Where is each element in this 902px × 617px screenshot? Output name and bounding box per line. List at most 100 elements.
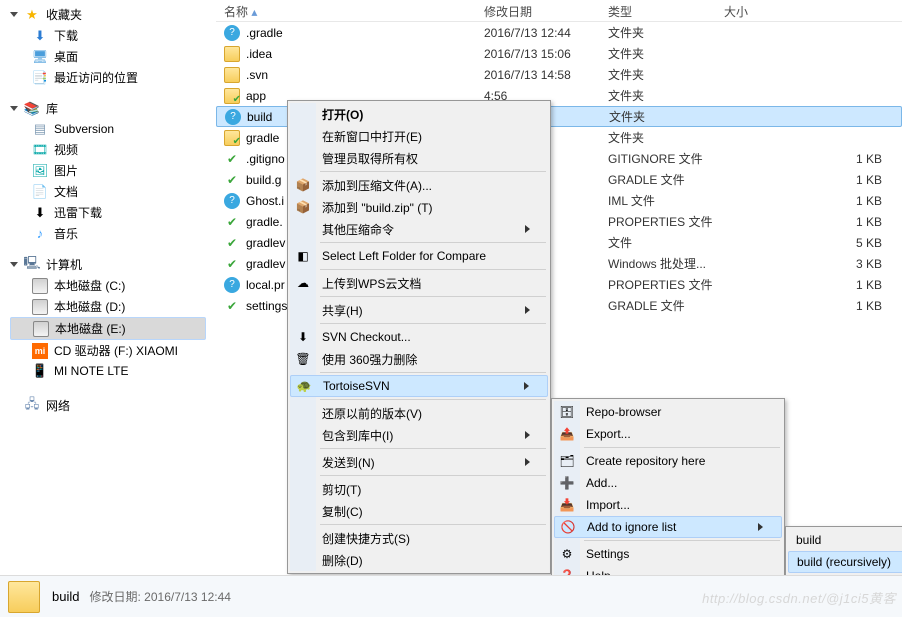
menu-item[interactable]: 删除(D)	[290, 549, 548, 571]
nav-computer[interactable]: 🖳计算机	[10, 254, 206, 275]
nav-downloads[interactable]: ⬇下载	[10, 25, 206, 46]
submenu-arrow-icon	[524, 382, 529, 390]
col-name[interactable]: 名称 ▴	[216, 0, 476, 21]
menu-item[interactable]: 在新窗口中打开(E)	[290, 125, 548, 147]
nav-cd[interactable]: miCD 驱动器 (F:) XIAOMI	[10, 340, 206, 361]
repo-icon: 🗄	[559, 404, 575, 420]
menu-item[interactable]: ☁上传到WPS云文档	[290, 272, 548, 294]
file-size: 5 KB	[724, 236, 902, 250]
submenu-arrow-icon	[525, 431, 530, 439]
menu-item[interactable]: 共享(H)	[290, 299, 548, 321]
doc-icon: 📄	[32, 184, 48, 200]
menu-item[interactable]: 管理员取得所有权	[290, 147, 548, 169]
nav-network[interactable]: 🖧网络	[10, 395, 206, 416]
col-type[interactable]: 类型	[600, 0, 716, 21]
menu-label: TortoiseSVN	[323, 379, 390, 393]
menu-item[interactable]: 🐢 TortoiseSVN	[290, 375, 548, 397]
menu-label: Create repository here	[586, 454, 705, 468]
file-name: .idea	[246, 47, 484, 61]
nav-recent[interactable]: 📑最近访问的位置	[10, 67, 206, 88]
add-icon: ➕	[559, 475, 575, 491]
xunlei-icon: ⬇	[32, 205, 48, 221]
drive-icon	[33, 321, 49, 337]
picture-icon: 🖼	[32, 163, 48, 179]
menu-item[interactable]: 📥Import...	[554, 494, 782, 516]
file-row[interactable]: .idea2016/7/13 15:06文件夹	[216, 43, 902, 64]
column-headers: 名称 ▴ 修改日期 类型 大小	[216, 0, 902, 22]
nav-favorites[interactable]: ★收藏夹	[10, 4, 206, 25]
file-type: PROPERTIES 文件	[608, 213, 724, 230]
nav-xunlei[interactable]: ⬇迅雷下载	[10, 202, 206, 223]
exp-icon: 📤	[559, 426, 575, 442]
tsvn-icon: 🐢	[296, 378, 312, 394]
file-row[interactable]: ?.gradle2016/7/13 12:44文件夹	[216, 22, 902, 43]
menu-item[interactable]: ➕Add...	[554, 472, 782, 494]
menu-item[interactable]: 剪切(T)	[290, 478, 548, 500]
menu-item[interactable]: ⚙Settings	[554, 543, 782, 565]
file-date: 2016/7/13 12:44	[484, 26, 608, 40]
star-icon: ★	[24, 7, 40, 23]
menu-item[interactable]: 📦添加到压缩文件(A)...	[290, 174, 548, 196]
nav-drive-d[interactable]: 本地磁盘 (D:)	[10, 296, 206, 317]
menu-item[interactable]: ⬇SVN Checkout...	[290, 326, 548, 348]
music-icon: ♪	[32, 226, 48, 242]
menu-item[interactable]: 🚫Add to ignore list	[554, 516, 782, 538]
nav-drive-e[interactable]: 本地磁盘 (E:)	[10, 317, 206, 340]
ign-icon: 🚫	[560, 519, 576, 535]
nav-svn[interactable]: ▤Subversion	[10, 119, 206, 139]
menu-label: 共享(H)	[322, 302, 363, 319]
ignore-submenu: build build (recursively)	[785, 526, 902, 576]
menu-item[interactable]: build (recursively)	[788, 551, 902, 573]
submenu-arrow-icon	[525, 306, 530, 314]
recent-icon: 📑	[32, 70, 48, 86]
menu-item[interactable]: 其他压缩命令	[290, 218, 548, 240]
nav-pictures[interactable]: 🖼图片	[10, 160, 206, 181]
nav-library[interactable]: 📚库	[10, 98, 206, 119]
sort-icon: ▴	[251, 5, 257, 19]
menu-label: 管理员取得所有权	[322, 150, 418, 167]
file-type: 文件夹	[608, 24, 724, 41]
nav-music[interactable]: ♪音乐	[10, 223, 206, 244]
menu-label: 还原以前的版本(V)	[322, 405, 422, 422]
menu-item[interactable]: 发送到(N)	[290, 451, 548, 473]
menu-item[interactable]: 🗄Repo-browser	[554, 401, 782, 423]
menu-item[interactable]: ◧Select Left Folder for Compare	[290, 245, 548, 267]
menu-item[interactable]: 创建快捷方式(S)	[290, 527, 548, 549]
menu-item[interactable]: build	[788, 529, 902, 551]
file-type: 文件夹	[609, 108, 725, 125]
menu-item[interactable]: 📤Export...	[554, 423, 782, 445]
nav-phone[interactable]: 📱MI NOTE LTE	[10, 361, 206, 381]
expand-icon	[10, 12, 18, 17]
file-size: 3 KB	[724, 257, 902, 271]
menu-item[interactable]: 包含到库中(I)	[290, 424, 548, 446]
nav-desktop[interactable]: 🖥桌面	[10, 46, 206, 67]
menu-item[interactable]: 复制(C)	[290, 500, 548, 522]
menu-label: Import...	[586, 498, 630, 512]
nav-video[interactable]: 🎞视频	[10, 139, 206, 160]
menu-item[interactable]: 📦添加到 "build.zip" (T)	[290, 196, 548, 218]
nav-tree: ★收藏夹 ⬇下载 🖥桌面 📑最近访问的位置 📚库 ▤Subversion 🎞视频…	[0, 0, 206, 617]
svnco-icon: ⬇	[295, 329, 311, 345]
file-type: GRADLE 文件	[608, 297, 724, 314]
menu-item[interactable]: 🗂Create repository here	[554, 450, 782, 472]
file-type: 文件夹	[608, 45, 724, 62]
computer-icon: 🖳	[24, 257, 40, 273]
menu-label: build	[796, 533, 821, 547]
menu-item[interactable]: 🗑使用 360强力删除	[290, 348, 548, 370]
col-size[interactable]: 大小	[716, 0, 902, 21]
nav-docs[interactable]: 📄文档	[10, 181, 206, 202]
menu-label: 发送到(N)	[322, 454, 375, 471]
file-size: 1 KB	[724, 173, 902, 187]
download-icon: ⬇	[32, 28, 48, 44]
file-row[interactable]: .svn2016/7/13 14:58文件夹	[216, 64, 902, 85]
menu-item[interactable]: 还原以前的版本(V)	[290, 402, 548, 424]
nav-drive-c[interactable]: 本地磁盘 (C:)	[10, 275, 206, 296]
file-size: 1 KB	[724, 194, 902, 208]
cmp-icon: ◧	[295, 248, 311, 264]
file-size: 1 KB	[724, 299, 902, 313]
file-name: .gradle	[246, 26, 484, 40]
expand-icon	[10, 262, 18, 267]
menu-item[interactable]: 打开(O)	[290, 103, 548, 125]
col-date[interactable]: 修改日期	[476, 0, 600, 21]
cd-icon: mi	[32, 343, 48, 359]
